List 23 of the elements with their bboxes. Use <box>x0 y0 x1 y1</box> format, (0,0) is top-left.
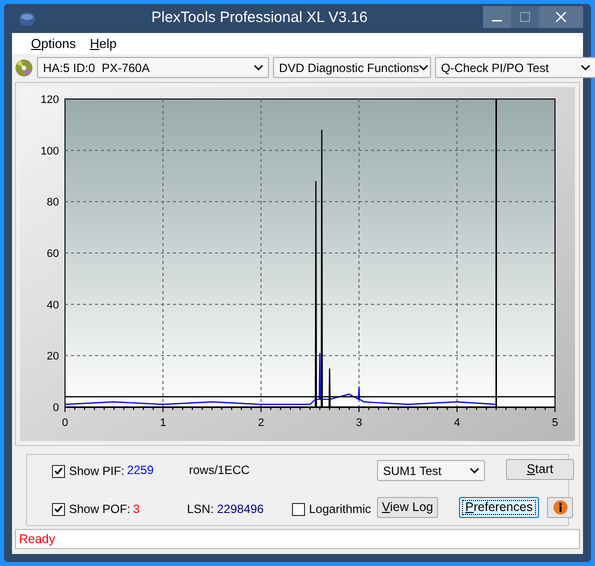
pif-value: 2259 <box>127 462 154 479</box>
y-tick-label: 40 <box>46 299 59 312</box>
x-tick-label: 2 <box>258 417 264 429</box>
checkbox-label: Show PIF: <box>69 463 124 480</box>
y-tick-label: 0 <box>52 402 59 414</box>
y-tick-label: 20 <box>46 350 59 363</box>
lsn-value: 2298496 <box>217 501 264 518</box>
status-bar: Ready <box>15 529 580 549</box>
y-tick-label: 80 <box>46 196 59 209</box>
x-tick-label: 3 <box>356 417 362 429</box>
lsn-label: LSN: <box>187 501 214 518</box>
x-tick-label: 1 <box>160 417 166 429</box>
checkbox-label: Logarithmic <box>309 501 372 518</box>
y-tick-label: 120 <box>40 94 59 106</box>
x-tick-label: 4 <box>454 417 460 429</box>
x-tick-label: 5 <box>552 417 558 429</box>
unit-label: rows/1ECC <box>189 462 250 479</box>
y-tick-label: 60 <box>46 248 59 260</box>
checkbox-label: Show POF: <box>69 501 130 518</box>
x-tick-label: 0 <box>62 417 68 429</box>
pof-value: 3 <box>133 501 140 518</box>
window-title: PlexTools Professional XL V3.16 <box>151 8 368 28</box>
y-tick-label: 100 <box>40 145 59 158</box>
